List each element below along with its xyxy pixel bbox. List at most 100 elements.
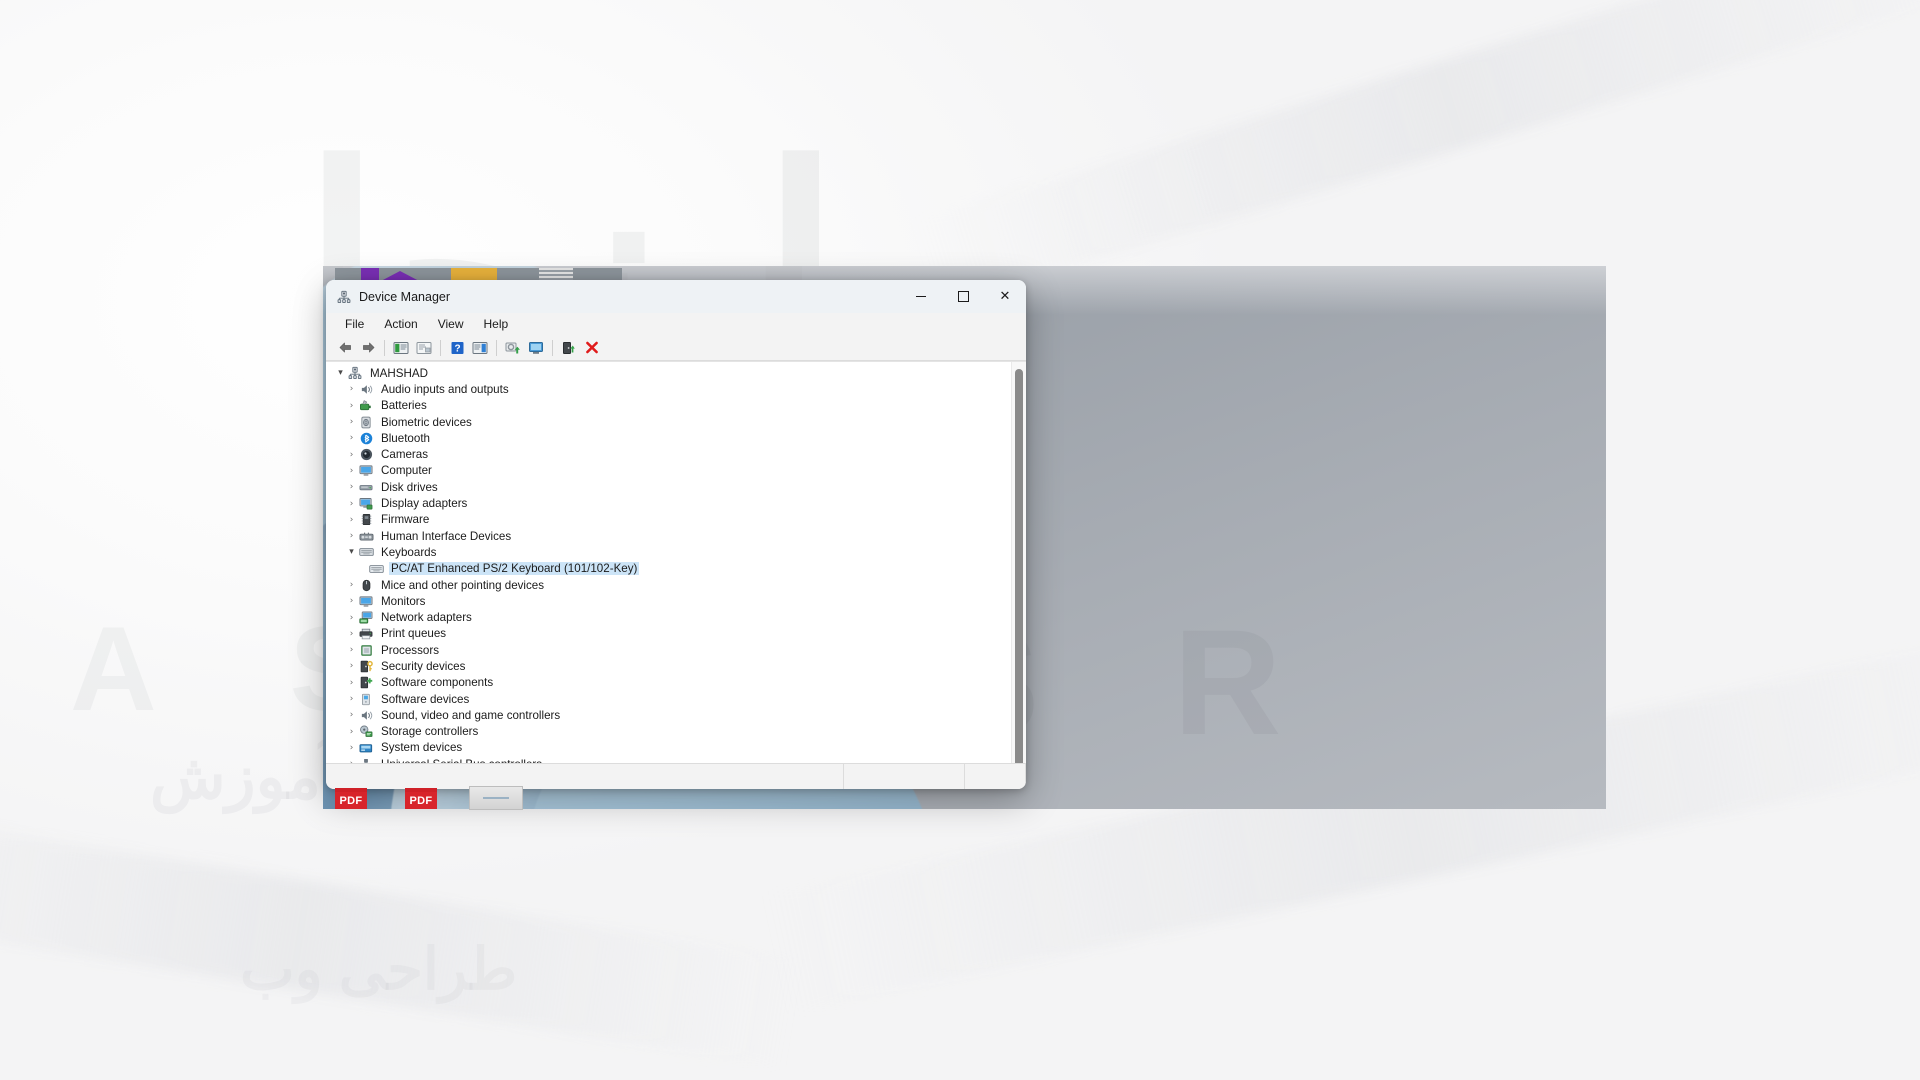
toolbar-separator (552, 339, 553, 356)
chevron-down-icon[interactable]: ▾ (334, 368, 347, 378)
chevron-right-icon[interactable]: › (345, 743, 358, 753)
tree-node-label: Batteries (381, 399, 427, 413)
scrollbar-thumb[interactable] (1015, 369, 1023, 763)
tree-node-batteries[interactable]: › Batteries (326, 398, 1012, 414)
tree-node-label: Disk drives (381, 480, 438, 494)
tree-node-processors[interactable]: › Processors (326, 642, 1012, 658)
enable-device-icon[interactable] (558, 337, 580, 358)
keyboard-icon (368, 562, 384, 576)
security-key-icon (358, 659, 374, 673)
chevron-right-icon[interactable]: › (345, 661, 358, 671)
tree-node-disk-drives[interactable]: › Disk drives (326, 479, 1012, 495)
chevron-right-icon[interactable]: › (345, 401, 358, 411)
tree-node-keyboards[interactable]: ▾ Keyboards (326, 544, 1012, 560)
tree-node-storage-controllers[interactable]: › Storage controllers (326, 724, 1012, 740)
chevron-right-icon[interactable]: › (345, 433, 358, 443)
menu-action[interactable]: Action (375, 315, 426, 333)
toolbar-separator (440, 339, 441, 356)
minimize-button[interactable] (900, 280, 942, 313)
device-manager-window[interactable]: Device Manager ✕ File Action View Help ?… (326, 280, 1026, 789)
menu-file[interactable]: File (336, 315, 373, 333)
monitor-icon (358, 594, 374, 608)
printer-icon (358, 627, 374, 641)
chevron-right-icon[interactable]: › (345, 466, 358, 476)
tree-node-security-devices[interactable]: › Security devices (326, 658, 1012, 674)
tree-node-display-adapters[interactable]: › Display adapters (326, 495, 1012, 511)
storage-controller-icon (358, 725, 374, 739)
chevron-right-icon[interactable]: › (345, 694, 358, 704)
help-icon[interactable]: ? (446, 337, 468, 358)
tree-node-label: Sound, video and game controllers (381, 708, 561, 722)
chevron-right-icon[interactable]: › (345, 515, 358, 525)
tree-node-bluetooth[interactable]: › Bluetooth (326, 430, 1012, 446)
chevron-right-icon[interactable]: › (345, 645, 358, 655)
document-line (483, 796, 509, 799)
tree-node-network-adapters[interactable]: › Network adapters (326, 609, 1012, 625)
device-tree-pane[interactable]: ▾ MAHSHAD › Audio inputs and outputs › B… (326, 361, 1026, 763)
tree-node-label: PC/AT Enhanced PS/2 Keyboard (101/102-Ke… (389, 562, 640, 576)
chevron-right-icon[interactable]: › (345, 580, 358, 590)
tree-node-system-devices[interactable]: › System devices (326, 740, 1012, 756)
chevron-down-icon[interactable]: ▾ (345, 547, 358, 557)
scan-hardware-changes-icon[interactable] (525, 337, 547, 358)
tree-node-firmware[interactable]: › Firmware (326, 512, 1012, 528)
speaker-icon (358, 382, 374, 396)
show-hide-console-tree-icon[interactable] (390, 337, 412, 358)
menu-help[interactable]: Help (475, 315, 518, 333)
chevron-right-icon[interactable]: › (345, 613, 358, 623)
chevron-right-icon[interactable]: › (345, 678, 358, 688)
tree-node-cameras[interactable]: › Cameras (326, 446, 1012, 462)
tree-node-sound-video-and-game-controllers[interactable]: › Sound, video and game controllers (326, 707, 1012, 723)
device-list-icon[interactable] (469, 337, 491, 358)
tree-node-label: Universal Serial Bus controllers (379, 758, 544, 763)
tree-node-software-devices[interactable]: › Software devices (326, 691, 1012, 707)
pdf-file-icon[interactable]: PDF (329, 786, 373, 809)
chevron-right-icon[interactable]: › (345, 482, 358, 492)
tree-node-label: Mice and other pointing devices (381, 578, 545, 592)
network-adapter-icon (358, 611, 374, 625)
forward-icon[interactable] (357, 337, 379, 358)
tree-node-universal-serial-bus-controllers[interactable]: › Universal Serial Bus controllers (326, 756, 1012, 763)
tree-node-audio-inputs-and-outputs[interactable]: › Audio inputs and outputs (326, 381, 1012, 397)
chevron-right-icon[interactable]: › (345, 384, 358, 394)
vertical-scrollbar[interactable] (1011, 362, 1026, 763)
properties-icon[interactable] (413, 337, 435, 358)
watermark-sub: آموزش (150, 743, 339, 812)
close-button[interactable]: ✕ (984, 280, 1026, 313)
bluetooth-icon (358, 431, 374, 445)
device-manager-icon (337, 290, 351, 304)
chevron-right-icon[interactable]: › (345, 596, 358, 606)
software-device-icon (358, 692, 374, 706)
update-driver-icon[interactable] (502, 337, 524, 358)
disk-drive-icon (358, 480, 374, 494)
maximize-button[interactable] (942, 280, 984, 313)
tree-node-label: Security devices (381, 659, 466, 673)
maximize-icon (957, 291, 969, 302)
chevron-right-icon[interactable]: › (345, 727, 358, 737)
tree-node-monitors[interactable]: › Monitors (326, 593, 1012, 609)
tree-node-mice-and-other-pointing-devices[interactable]: › Mice and other pointing devices (326, 577, 1012, 593)
tree-node-software-components[interactable]: › Software components (326, 675, 1012, 691)
tree-node-human-interface-devices[interactable]: › Human Interface Devices (326, 528, 1012, 544)
chevron-right-icon[interactable]: › (345, 499, 358, 509)
pdf-file-icon[interactable]: PDF (399, 786, 443, 809)
computer-node-icon (347, 366, 363, 380)
tree-node-print-queues[interactable]: › Print queues (326, 626, 1012, 642)
title-bar[interactable]: Device Manager ✕ (326, 280, 1026, 313)
document-file-icon[interactable] (469, 785, 523, 810)
tree-node-computer[interactable]: › Computer (326, 463, 1012, 479)
tree-node-biometric-devices[interactable]: › Biometric devices (326, 414, 1012, 430)
tree-node-root[interactable]: ▾ MAHSHAD (326, 365, 1012, 381)
chevron-right-icon[interactable]: › (345, 417, 358, 427)
tree-node-label: Print queues (381, 627, 447, 641)
chevron-right-icon[interactable]: › (345, 710, 358, 720)
chevron-right-icon[interactable]: › (345, 759, 358, 763)
tree-node-pc-at-enhanced-ps2-keyboard[interactable]: PC/AT Enhanced PS/2 Keyboard (101/102-Ke… (326, 561, 1012, 577)
chevron-right-icon[interactable]: › (345, 531, 358, 541)
chevron-right-icon[interactable]: › (345, 629, 358, 639)
menu-view[interactable]: View (429, 315, 473, 333)
uninstall-device-icon[interactable] (581, 337, 603, 358)
back-icon[interactable] (334, 337, 356, 358)
chevron-right-icon[interactable]: › (345, 450, 358, 460)
pdf-icon-label: PDF (405, 792, 437, 809)
